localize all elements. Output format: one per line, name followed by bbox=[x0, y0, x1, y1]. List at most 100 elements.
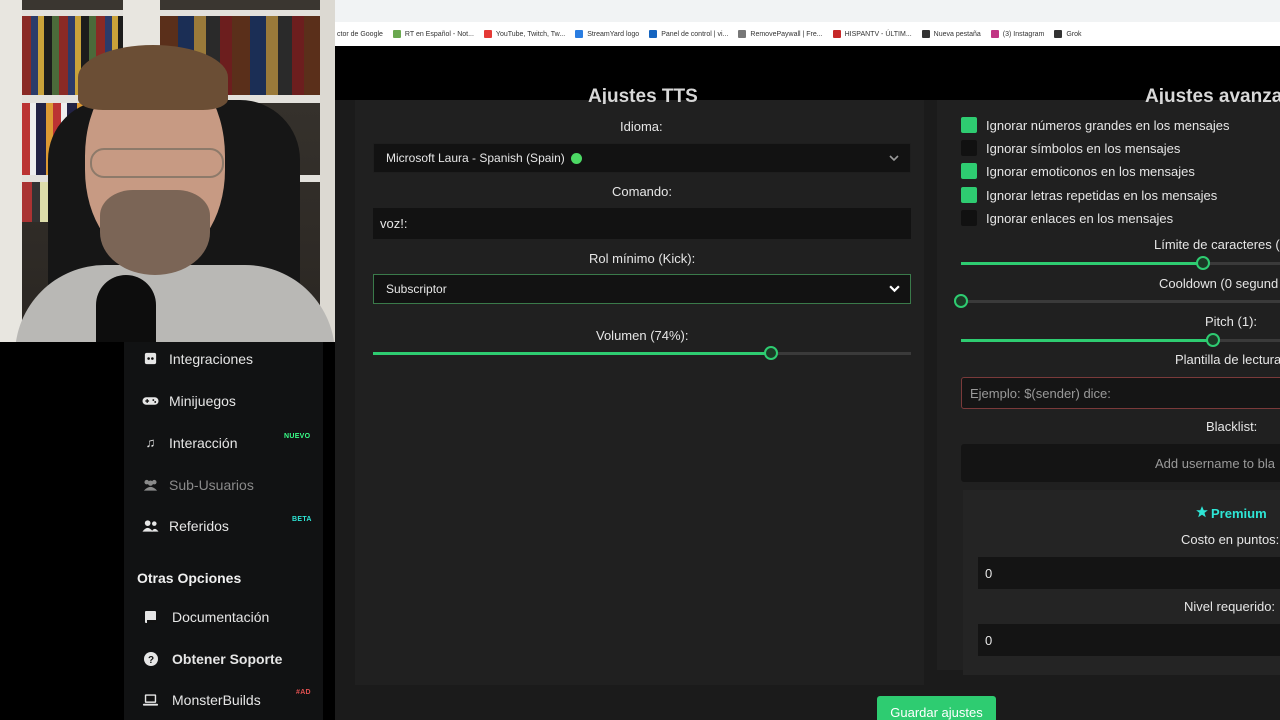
bookmark-item[interactable]: YouTube, Twitch, Tw... bbox=[483, 30, 566, 38]
sidebar-item-label: Integraciones bbox=[169, 350, 254, 367]
bookmark-label: HISPANTV - ÚLTIM... bbox=[844, 30, 912, 38]
bookmark-item[interactable]: HISPANTV - ÚLTIM... bbox=[832, 30, 912, 38]
diamond-icon bbox=[738, 30, 747, 38]
youtube-icon bbox=[483, 30, 492, 38]
char-limit-slider-thumb[interactable] bbox=[1196, 256, 1210, 270]
sidebar-item-referidos[interactable]: Referidos bbox=[142, 517, 229, 534]
laptop-icon bbox=[142, 691, 159, 708]
bookmark-item[interactable]: StreamYard logo bbox=[575, 30, 639, 38]
min-role-value: Subscriptor bbox=[386, 282, 447, 296]
sidebar-item-sub-usuarios[interactable]: Sub-Usuarios bbox=[142, 476, 254, 493]
pitch-slider[interactable] bbox=[961, 333, 1280, 347]
language-select[interactable]: Microsoft Laura - Spanish (Spain) bbox=[373, 143, 911, 173]
checkbox-label: Ignorar letras repetidas en los mensajes bbox=[986, 187, 1218, 203]
ignore-repeated-letters-check[interactable]: Ignorar letras repetidas en los mensajes bbox=[961, 187, 1217, 203]
checkbox[interactable] bbox=[961, 163, 977, 179]
bookmark-label: Grok bbox=[1066, 30, 1082, 38]
bookmark-label: ctor de Google bbox=[337, 30, 383, 38]
star-icon bbox=[1195, 505, 1209, 522]
chevron-down-icon bbox=[888, 283, 900, 295]
char-limit-slider-fill bbox=[961, 262, 1203, 265]
char-limit-label: Límite de caracteres ( bbox=[1154, 237, 1280, 252]
volume-slider[interactable] bbox=[373, 346, 911, 360]
streamyard-icon bbox=[575, 30, 584, 38]
user-group-icon bbox=[142, 517, 159, 534]
ignore-links-check[interactable]: Ignorar enlaces en los mensajes bbox=[961, 210, 1173, 226]
bookmark-label: StreamYard logo bbox=[587, 30, 640, 38]
premium-badge: Premium bbox=[1195, 505, 1267, 522]
voice-status-dot bbox=[570, 152, 582, 164]
person-shirt bbox=[15, 265, 335, 342]
screen: ctor de Google RT en Español - Not... YouT… bbox=[0, 0, 1280, 720]
template-input[interactable]: Ejemplo: $(sender) dice: bbox=[961, 377, 1280, 409]
sidebar-item-label: MonsterBuilds bbox=[172, 691, 261, 708]
checkbox[interactable] bbox=[961, 140, 977, 156]
min-role-select[interactable]: Subscriptor bbox=[373, 274, 911, 304]
cooldown-slider[interactable] bbox=[954, 294, 1280, 308]
sidebar-item-label: Interacción bbox=[169, 434, 238, 451]
sidebar-item-integraciones[interactable]: Integraciones bbox=[142, 350, 253, 367]
bookmark-label: RemovePaywall | Fre... bbox=[750, 30, 823, 38]
pitch-slider-thumb[interactable] bbox=[1206, 333, 1220, 347]
bookmark-label: YouTube, Twitch, Tw... bbox=[495, 30, 566, 38]
sidebar-item-monsterbuilds[interactable]: MonsterBuilds bbox=[142, 691, 261, 708]
blacklist-input[interactable]: Add username to bla bbox=[961, 444, 1280, 482]
sidebar-item-label: Sub-Usuarios bbox=[169, 476, 254, 493]
bookmark-item[interactable]: RemovePaywall | Fre... bbox=[738, 30, 823, 38]
webcam-overlay bbox=[0, 0, 335, 342]
checkbox-label: Ignorar enlaces en los mensajes bbox=[986, 210, 1174, 226]
ignore-big-numbers-check[interactable]: Ignorar números grandes en los mensajes bbox=[961, 117, 1230, 133]
cooldown-slider-thumb[interactable] bbox=[954, 294, 968, 308]
music-note-icon: ♫ bbox=[145, 435, 156, 450]
ad-badge: #AD bbox=[296, 689, 311, 696]
premium-label: Premium bbox=[1211, 506, 1267, 521]
sidebar-section-title: Otras Opciones bbox=[137, 570, 242, 586]
sidebar-item-interaccion[interactable]: ♫ Interacción bbox=[142, 434, 238, 451]
bookmark-item[interactable]: Grok bbox=[1054, 30, 1082, 38]
ignore-emotes-check[interactable]: Ignorar emoticonos en los mensajes bbox=[961, 163, 1195, 179]
cost-label: Costo en puntos: bbox=[1181, 532, 1280, 547]
language-value: Microsoft Laura - Spanish (Spain) bbox=[386, 151, 565, 165]
bookmark-item[interactable]: RT en Español - Not... bbox=[392, 30, 474, 38]
char-limit-slider[interactable] bbox=[961, 256, 1280, 270]
bookmark-item[interactable]: (3) Instagram bbox=[990, 30, 1045, 38]
command-input[interactable]: voz!: bbox=[373, 208, 911, 239]
volume-label: Volumen (74%): bbox=[596, 328, 689, 343]
question-icon: ? bbox=[142, 650, 159, 667]
sidebar-item-soporte[interactable]: ? Obtener Soporte bbox=[142, 650, 282, 667]
volume-slider-fill bbox=[373, 352, 771, 355]
checkbox[interactable] bbox=[961, 117, 977, 133]
person-hair bbox=[78, 45, 228, 110]
level-input[interactable]: 0 bbox=[978, 624, 1280, 656]
new-badge: NUEVO bbox=[284, 433, 311, 440]
bookmark-item[interactable]: Nueva pestaña bbox=[921, 30, 981, 38]
cost-input[interactable]: 0 bbox=[978, 557, 1280, 589]
volume-slider-thumb[interactable] bbox=[764, 346, 778, 360]
bookmark-item[interactable]: ctor de Google bbox=[337, 31, 383, 38]
person-beard bbox=[100, 190, 210, 275]
sidebar-edge bbox=[0, 342, 124, 720]
gamepad-icon bbox=[142, 392, 159, 409]
svg-text:?: ? bbox=[147, 655, 153, 666]
panel-icon bbox=[649, 30, 658, 38]
language-label: Idioma: bbox=[620, 119, 663, 134]
pitch-label: Pitch (1): bbox=[1205, 314, 1258, 329]
sidebar-item-label: Obtener Soporte bbox=[172, 650, 283, 667]
sidebar-item-documentacion[interactable]: Documentación bbox=[142, 608, 269, 625]
checkbox[interactable] bbox=[961, 210, 977, 226]
rt-icon bbox=[392, 30, 401, 38]
bookmark-label: Nueva pestaña bbox=[933, 30, 981, 38]
level-label: Nivel requerido: bbox=[1184, 599, 1276, 614]
template-label: Plantilla de lectura bbox=[1175, 352, 1280, 367]
bookmark-item[interactable]: Panel de control | vi... bbox=[649, 30, 728, 38]
save-settings-button[interactable]: Guardar ajustes bbox=[877, 696, 996, 720]
discord-icon bbox=[142, 350, 159, 367]
tts-settings-title: Ajustes TTS bbox=[588, 86, 698, 104]
globe-icon bbox=[921, 30, 930, 38]
bookmark-label: (3) Instagram bbox=[1002, 30, 1045, 38]
sidebar-item-minijuegos[interactable]: Minijuegos bbox=[142, 392, 236, 409]
ignore-symbols-check[interactable]: Ignorar símbolos en los mensajes bbox=[961, 140, 1180, 156]
checkbox-label: Ignorar números grandes en los mensajes bbox=[986, 117, 1230, 133]
checkbox-label: Ignorar emoticonos en los mensajes bbox=[986, 163, 1195, 179]
checkbox[interactable] bbox=[961, 187, 977, 203]
